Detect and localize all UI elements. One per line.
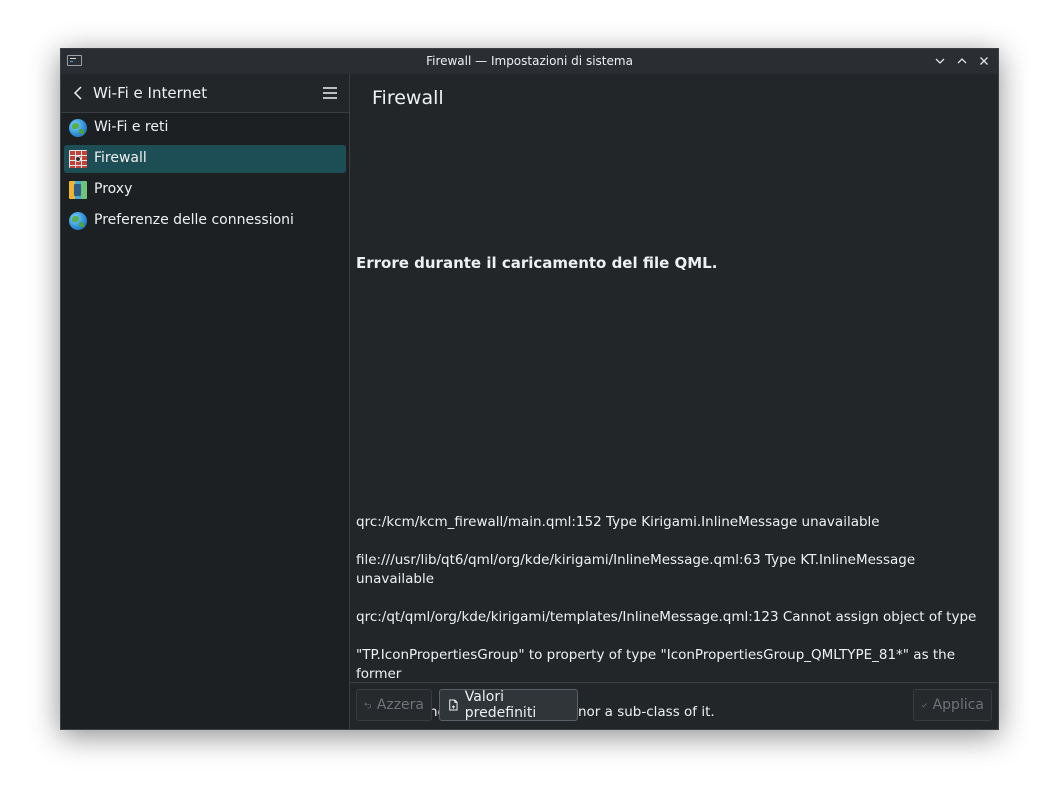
sidebar-header: Wi-Fi e Internet	[61, 74, 349, 113]
settings-window: Firewall — Impostazioni di sistema Wi-Fi…	[60, 48, 999, 730]
error-line: "TP.IconPropertiesGroup" to property of …	[356, 647, 956, 682]
sidebar-item-label: Proxy	[94, 181, 133, 197]
window-title: Firewall — Impostazioni di sistema	[426, 54, 633, 68]
defaults-button[interactable]: Valori predefiniti	[439, 689, 578, 721]
sidebar-title: Wi-Fi e Internet	[93, 84, 208, 102]
reset-button[interactable]: Azzera	[356, 689, 432, 721]
main-content: Firewall Errore durante il caricamento d…	[350, 74, 998, 729]
firewall-icon	[69, 150, 87, 168]
minimize-button[interactable]	[931, 52, 949, 70]
globe-icon	[69, 119, 87, 137]
page-title: Firewall	[372, 87, 444, 109]
sidebar-item-firewall[interactable]: Firewall	[64, 145, 346, 173]
sidebar-item-wifi-e-reti[interactable]: Wi-Fi e reti	[64, 114, 346, 142]
sidebar: Wi-Fi e Internet Wi-Fi e reti Firewall P…	[61, 74, 350, 729]
error-line: file:///usr/lib/qt6/qml/org/kde/kirigami…	[356, 552, 916, 587]
apply-label: Applica	[932, 697, 984, 713]
chevron-down-icon	[935, 58, 945, 64]
sidebar-item-label: Wi-Fi e reti	[94, 119, 169, 135]
sidebar-item-label: Preferenze delle connessioni	[94, 212, 294, 228]
sidebar-item-label: Firewall	[94, 150, 147, 166]
close-icon	[980, 57, 988, 65]
chevron-up-icon	[957, 58, 967, 64]
sidebar-item-proxy[interactable]: Proxy	[64, 176, 346, 204]
title-bar[interactable]: Firewall — Impostazioni di sistema	[61, 49, 998, 74]
footer-bar: Azzera Valori predefiniti Applica	[350, 682, 998, 729]
error-line: qrc:/qt/qml/org/kde/kirigami/templates/I…	[356, 609, 977, 625]
hamburger-menu-icon[interactable]	[322, 85, 338, 101]
proxy-icon	[69, 181, 87, 199]
maximize-button[interactable]	[953, 52, 971, 70]
reset-label: Azzera	[376, 697, 424, 713]
back-arrow-icon[interactable]	[71, 84, 85, 102]
apply-button[interactable]: Applica	[913, 689, 992, 721]
undo-icon	[364, 702, 371, 709]
globe-icon	[69, 212, 87, 230]
error-line: qrc:/kcm/kcm_firewall/main.qml:152 Type …	[356, 514, 880, 530]
defaults-label: Valori predefiniti	[464, 689, 537, 721]
sidebar-list: Wi-Fi e reti Firewall Proxy Preferenze d…	[64, 114, 346, 238]
close-button[interactable]	[975, 52, 993, 70]
sidebar-item-preferenze-connessioni[interactable]: Preferenze delle connessioni	[64, 207, 346, 235]
checkmark-icon	[921, 703, 927, 708]
error-heading: Errore durante il caricamento del file Q…	[356, 254, 718, 272]
document-defaults-icon	[449, 699, 458, 711]
